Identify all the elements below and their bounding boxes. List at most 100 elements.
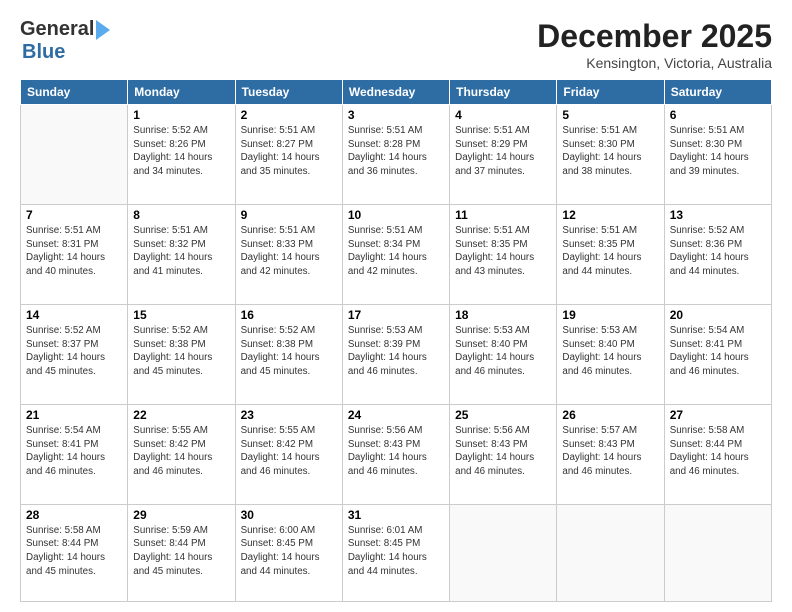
table-row: 13Sunrise: 5:52 AM Sunset: 8:36 PM Dayli… bbox=[664, 204, 771, 304]
day-number: 19 bbox=[562, 308, 658, 322]
day-number: 2 bbox=[241, 108, 337, 122]
day-number: 25 bbox=[455, 408, 551, 422]
table-row bbox=[450, 504, 557, 601]
day-number: 9 bbox=[241, 208, 337, 222]
day-info: Sunrise: 5:57 AM Sunset: 8:43 PM Dayligh… bbox=[562, 424, 658, 479]
day-number: 11 bbox=[455, 208, 551, 222]
day-number: 6 bbox=[670, 108, 766, 122]
col-wednesday: Wednesday bbox=[342, 80, 449, 105]
day-number: 26 bbox=[562, 408, 658, 422]
day-info: Sunrise: 5:58 AM Sunset: 8:44 PM Dayligh… bbox=[670, 424, 766, 479]
day-number: 28 bbox=[26, 508, 122, 522]
col-tuesday: Tuesday bbox=[235, 80, 342, 105]
day-number: 4 bbox=[455, 108, 551, 122]
day-number: 8 bbox=[133, 208, 229, 222]
calendar-week-row: 21 Sunrise: 5:54 AM Sunset: 8:41 PM Dayli… bbox=[21, 404, 772, 504]
table-row: 19 Sunrise: 5:53 AM Sunset: 8:40 PM Dayli… bbox=[557, 304, 664, 404]
day-info: Sunrise: 5:56 AM Sunset: 8:43 PM Dayligh… bbox=[348, 424, 444, 479]
table-row: 9 Sunrise: 5:51 AM Sunset: 8:33 PM Daylig… bbox=[235, 204, 342, 304]
day-info: Sunrise: 5:55 AM Sunset: 8:42 PM Dayligh… bbox=[133, 424, 229, 479]
day-info: Sunrise: 5:59 AM Sunset: 8:44 PM Dayligh… bbox=[133, 524, 229, 579]
table-row: 26 Sunrise: 5:57 AM Sunset: 8:43 PM Dayli… bbox=[557, 404, 664, 504]
day-info: Sunrise: 5:53 AM Sunset: 8:40 PM Dayligh… bbox=[455, 324, 551, 379]
day-info: Sunrise: 5:52 AM Sunset: 8:37 PM Dayligh… bbox=[26, 324, 122, 379]
day-info: Sunrise: 5:51 AM Sunset: 8:35 PM Dayligh… bbox=[455, 224, 551, 279]
table-row: 22 Sunrise: 5:55 AM Sunset: 8:42 PM Dayli… bbox=[128, 404, 235, 504]
day-info: Sunrise: 5:51 AM Sunset: 8:31 PM Dayligh… bbox=[26, 224, 122, 279]
col-saturday: Saturday bbox=[664, 80, 771, 105]
day-info: Sunrise: 5:51 AM Sunset: 8:35 PM Dayligh… bbox=[562, 224, 658, 279]
day-info: Sunrise: 6:01 AM Sunset: 8:45 PM Dayligh… bbox=[348, 524, 444, 579]
day-number: 29 bbox=[133, 508, 229, 522]
day-number: 7 bbox=[26, 208, 122, 222]
day-number: 17 bbox=[348, 308, 444, 322]
day-info: Sunrise: 5:54 AM Sunset: 8:41 PM Dayligh… bbox=[670, 324, 766, 379]
header: General Blue December 2025 Kensington, V… bbox=[20, 18, 772, 71]
day-info: Sunrise: 5:51 AM Sunset: 8:32 PM Dayligh… bbox=[133, 224, 229, 279]
table-row: 5 Sunrise: 5:51 AM Sunset: 8:30 PM Daylig… bbox=[557, 105, 664, 205]
day-info: Sunrise: 5:53 AM Sunset: 8:39 PM Dayligh… bbox=[348, 324, 444, 379]
day-number: 22 bbox=[133, 408, 229, 422]
table-row: 6 Sunrise: 5:51 AM Sunset: 8:30 PM Daylig… bbox=[664, 105, 771, 205]
table-row: 24Sunrise: 5:56 AM Sunset: 8:43 PM Dayli… bbox=[342, 404, 449, 504]
table-row: 31 Sunrise: 6:01 AM Sunset: 8:45 PM Dayli… bbox=[342, 504, 449, 601]
table-row: 21 Sunrise: 5:54 AM Sunset: 8:41 PM Dayli… bbox=[21, 404, 128, 504]
day-number: 1 bbox=[133, 108, 229, 122]
day-number: 16 bbox=[241, 308, 337, 322]
day-info: Sunrise: 5:51 AM Sunset: 8:28 PM Dayligh… bbox=[348, 124, 444, 179]
logo-blue: Blue bbox=[22, 41, 65, 64]
table-row bbox=[21, 105, 128, 205]
table-row bbox=[557, 504, 664, 601]
table-row: 27Sunrise: 5:58 AM Sunset: 8:44 PM Dayli… bbox=[664, 404, 771, 504]
calendar-week-row: 14Sunrise: 5:52 AM Sunset: 8:37 PM Dayli… bbox=[21, 304, 772, 404]
logo-arrow-icon bbox=[96, 20, 110, 40]
day-info: Sunrise: 5:52 AM Sunset: 8:36 PM Dayligh… bbox=[670, 224, 766, 279]
table-row: 23 Sunrise: 5:55 AM Sunset: 8:42 PM Dayli… bbox=[235, 404, 342, 504]
table-row: 8 Sunrise: 5:51 AM Sunset: 8:32 PM Daylig… bbox=[128, 204, 235, 304]
day-info: Sunrise: 5:52 AM Sunset: 8:38 PM Dayligh… bbox=[241, 324, 337, 379]
calendar-week-row: 28 Sunrise: 5:58 AM Sunset: 8:44 PM Dayli… bbox=[21, 504, 772, 601]
day-number: 30 bbox=[241, 508, 337, 522]
day-info: Sunrise: 5:52 AM Sunset: 8:38 PM Dayligh… bbox=[133, 324, 229, 379]
day-info: Sunrise: 5:51 AM Sunset: 8:29 PM Dayligh… bbox=[455, 124, 551, 179]
day-number: 18 bbox=[455, 308, 551, 322]
col-monday: Monday bbox=[128, 80, 235, 105]
table-row: 15 Sunrise: 5:52 AM Sunset: 8:38 PM Dayli… bbox=[128, 304, 235, 404]
day-number: 12 bbox=[562, 208, 658, 222]
day-info: Sunrise: 5:58 AM Sunset: 8:44 PM Dayligh… bbox=[26, 524, 122, 579]
day-number: 20 bbox=[670, 308, 766, 322]
table-row: 11 Sunrise: 5:51 AM Sunset: 8:35 PM Dayli… bbox=[450, 204, 557, 304]
table-row: 18 Sunrise: 5:53 AM Sunset: 8:40 PM Dayli… bbox=[450, 304, 557, 404]
day-number: 5 bbox=[562, 108, 658, 122]
logo-general: General bbox=[20, 18, 94, 41]
day-info: Sunrise: 5:51 AM Sunset: 8:33 PM Dayligh… bbox=[241, 224, 337, 279]
page: General Blue December 2025 Kensington, V… bbox=[0, 0, 792, 612]
day-info: Sunrise: 5:55 AM Sunset: 8:42 PM Dayligh… bbox=[241, 424, 337, 479]
calendar-week-row: 1Sunrise: 5:52 AM Sunset: 8:26 PM Daylig… bbox=[21, 105, 772, 205]
table-row: 16 Sunrise: 5:52 AM Sunset: 8:38 PM Dayli… bbox=[235, 304, 342, 404]
day-info: Sunrise: 5:56 AM Sunset: 8:43 PM Dayligh… bbox=[455, 424, 551, 479]
table-row: 20 Sunrise: 5:54 AM Sunset: 8:41 PM Dayli… bbox=[664, 304, 771, 404]
day-info: Sunrise: 5:51 AM Sunset: 8:30 PM Dayligh… bbox=[562, 124, 658, 179]
table-row: 17 Sunrise: 5:53 AM Sunset: 8:39 PM Dayli… bbox=[342, 304, 449, 404]
month-title: December 2025 bbox=[537, 18, 772, 55]
table-row: 14Sunrise: 5:52 AM Sunset: 8:37 PM Dayli… bbox=[21, 304, 128, 404]
logo: General Blue bbox=[20, 18, 110, 64]
col-sunday: Sunday bbox=[21, 80, 128, 105]
day-number: 10 bbox=[348, 208, 444, 222]
table-row: 1Sunrise: 5:52 AM Sunset: 8:26 PM Daylig… bbox=[128, 105, 235, 205]
table-row: 4 Sunrise: 5:51 AM Sunset: 8:29 PM Daylig… bbox=[450, 105, 557, 205]
day-number: 21 bbox=[26, 408, 122, 422]
day-info: Sunrise: 5:51 AM Sunset: 8:30 PM Dayligh… bbox=[670, 124, 766, 179]
table-row: 25 Sunrise: 5:56 AM Sunset: 8:43 PM Dayli… bbox=[450, 404, 557, 504]
day-info: Sunrise: 5:51 AM Sunset: 8:34 PM Dayligh… bbox=[348, 224, 444, 279]
table-row: 28 Sunrise: 5:58 AM Sunset: 8:44 PM Dayli… bbox=[21, 504, 128, 601]
calendar-table: Sunday Monday Tuesday Wednesday Thursday… bbox=[20, 79, 772, 602]
table-row: 29 Sunrise: 5:59 AM Sunset: 8:44 PM Dayli… bbox=[128, 504, 235, 601]
day-info: Sunrise: 5:53 AM Sunset: 8:40 PM Dayligh… bbox=[562, 324, 658, 379]
day-number: 23 bbox=[241, 408, 337, 422]
day-number: 31 bbox=[348, 508, 444, 522]
day-number: 15 bbox=[133, 308, 229, 322]
day-info: Sunrise: 5:51 AM Sunset: 8:27 PM Dayligh… bbox=[241, 124, 337, 179]
day-info: Sunrise: 5:54 AM Sunset: 8:41 PM Dayligh… bbox=[26, 424, 122, 479]
